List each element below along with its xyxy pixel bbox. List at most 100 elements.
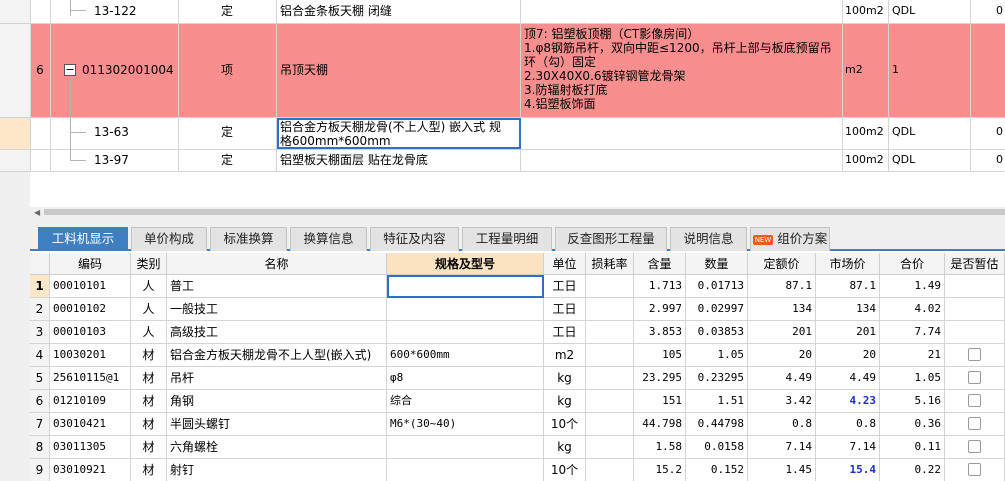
resource-spec[interactable] <box>387 298 544 321</box>
resource-loss-rate <box>586 321 634 344</box>
name-edit-field[interactable]: 铝合金方板天棚龙骨(不上人型) 嵌入式 规 格600mm*600mm <box>277 118 521 149</box>
resource-content[interactable]: 2.997 <box>634 298 686 321</box>
resource-quantity: 1.05 <box>686 344 748 367</box>
resource-category: 材 <box>131 344 167 367</box>
column-header-code[interactable]: 编码 <box>50 253 131 275</box>
resource-market-price[interactable]: 4.23 <box>816 390 880 413</box>
grid-empty-area <box>0 172 1005 207</box>
provisional-checkbox[interactable] <box>968 371 981 384</box>
column-header-unit[interactable]: 单位 <box>544 253 586 275</box>
scroll-left-icon[interactable]: ◀ <box>34 208 40 217</box>
table-row[interactable]: 9 03010921 材射钉 10个 15.2 0.152 1.45 15.4 0.22 <box>30 459 1005 481</box>
item-feature-text: 顶7: 铝塑板顶棚（CT影像房间） 1.φ8钢筋吊杆，双向中距≤1200，吊杆上… <box>524 27 832 111</box>
item-unit: 100m2 <box>845 153 884 166</box>
resource-content[interactable]: 1.58 <box>634 436 686 459</box>
resource-quantity: 0.02997 <box>686 298 748 321</box>
column-header-quota-price[interactable]: 定额价 <box>748 253 816 275</box>
resource-category: 材 <box>131 436 167 459</box>
tab-reverse-graphic-quantity[interactable]: 反查图形工程量 <box>555 227 667 251</box>
provisional-checkbox[interactable] <box>968 463 981 476</box>
table-row[interactable]: 8 03011305 材六角螺栓 kg 1.58 0.0158 7.14 7.14 0.11 <box>30 436 1005 459</box>
item-type: 定 <box>220 153 233 167</box>
resource-category: 人 <box>131 275 167 298</box>
item-extra: 0 <box>996 153 1003 166</box>
tab-standard-conversion[interactable]: 标准换算 <box>210 227 287 251</box>
resource-spec[interactable] <box>387 321 544 344</box>
resource-code: 03011305 <box>50 436 131 459</box>
resource-market-price[interactable]: 7.14 <box>816 436 880 459</box>
tab-description-info[interactable]: 说明信息 <box>670 227 747 251</box>
resource-market-price[interactable]: 201 <box>816 321 880 344</box>
resource-content[interactable]: 44.798 <box>634 413 686 436</box>
resource-content[interactable]: 105 <box>634 344 686 367</box>
item-code: 13-122 <box>94 4 137 18</box>
resource-total: 4.02 <box>880 298 945 321</box>
resource-spec[interactable] <box>387 459 544 481</box>
resource-loss-rate <box>586 275 634 298</box>
resource-spec[interactable]: M6*(30~40) <box>387 413 544 436</box>
resource-market-price[interactable]: 20 <box>816 344 880 367</box>
resource-market-price[interactable]: 134 <box>816 298 880 321</box>
resource-content[interactable]: 23.295 <box>634 367 686 390</box>
column-header-quantity[interactable]: 数量 <box>686 253 748 275</box>
item-type: 项 <box>220 63 233 77</box>
row-number: 8 <box>30 436 50 459</box>
column-header-content[interactable]: 含量 <box>634 253 686 275</box>
item-extra: 0 <box>996 4 1003 17</box>
resource-spec[interactable]: 综合 <box>387 390 544 413</box>
tab-unit-price-composition[interactable]: 单价构成 <box>131 227 207 251</box>
column-header-name[interactable]: 名称 <box>167 253 387 275</box>
resource-category: 材 <box>131 413 167 436</box>
resource-content[interactable]: 3.853 <box>634 321 686 344</box>
collapse-toggle-icon[interactable]: − <box>64 64 76 76</box>
resource-content[interactable]: 1.713 <box>634 275 686 298</box>
provisional-checkbox-cell <box>945 459 1005 481</box>
resource-category: 人 <box>131 298 167 321</box>
tab-labor-material-machine[interactable]: 工料机显示 <box>38 227 128 251</box>
column-header-spec[interactable]: 规格及型号 <box>387 253 544 275</box>
resource-market-price[interactable]: 15.4 <box>816 459 880 481</box>
horizontal-scrollbar[interactable]: ◀ <box>30 207 1005 217</box>
table-row[interactable]: 6 01210109 材角钢 综合 kg 151 1.51 3.42 4.23 5.16 <box>30 390 1005 413</box>
table-row[interactable]: 4 10030201 材铝合金方板天棚龙骨不上人型(嵌入式) 600*600mm m2 1… <box>30 344 1005 367</box>
tab-quantity-details[interactable]: 工程量明细 <box>462 227 552 251</box>
resource-spec[interactable] <box>387 436 544 459</box>
scrollbar-thumb[interactable] <box>44 209 1005 215</box>
table-row[interactable]: 5 25610115@1 材吊杆 φ8 kg 23.295 0.23295 4.49 4.49 1… <box>30 367 1005 390</box>
provisional-checkbox[interactable] <box>968 417 981 430</box>
table-row[interactable]: 1 00010101 人普工 工日 1.713 0.01713 87.1 87.1 1.49 <box>30 275 1005 298</box>
resource-name: 一般技工 <box>167 298 387 321</box>
provisional-checkbox-cell <box>945 298 1005 321</box>
resource-unit: 10个 <box>544 459 586 481</box>
column-header-loss-rate[interactable]: 损耗率 <box>586 253 634 275</box>
spec-edit-field[interactable] <box>387 275 544 298</box>
provisional-checkbox[interactable] <box>968 440 981 453</box>
provisional-checkbox[interactable] <box>968 348 981 361</box>
column-header-total[interactable]: 合价 <box>880 253 945 275</box>
resource-spec[interactable]: 600*600mm <box>387 344 544 367</box>
column-header-market-price[interactable]: 市场价 <box>816 253 880 275</box>
resource-loss-rate <box>586 367 634 390</box>
resource-market-price[interactable]: 0.8 <box>816 413 880 436</box>
item-name: 吊顶天棚 <box>280 63 329 77</box>
column-header-provisional[interactable]: 是否暂估 <box>945 253 1005 275</box>
resource-loss-rate <box>586 298 634 321</box>
table-row[interactable]: 3 00010103 人高级技工 工日 3.853 0.03853 201 201 7.74 <box>30 321 1005 344</box>
resource-market-price[interactable]: 4.49 <box>816 367 880 390</box>
resource-name: 高级技工 <box>167 321 387 344</box>
resource-unit: kg <box>544 390 586 413</box>
tab-conversion-info[interactable]: 换算信息 <box>290 227 367 251</box>
resource-content[interactable]: 15.2 <box>634 459 686 481</box>
table-row[interactable]: 7 03010421 材半圆头螺钉 M6*(30~40) 10个 44.798 0.4479… <box>30 413 1005 436</box>
column-header-category[interactable]: 类别 <box>131 253 167 275</box>
provisional-checkbox-cell <box>945 344 1005 367</box>
resource-content[interactable]: 151 <box>634 390 686 413</box>
tab-pricing-scheme[interactable]: NEW 组价方案 <box>750 227 830 251</box>
table-row[interactable]: 2 00010102 人一般技工 工日 2.997 0.02997 134 134 4.02 <box>30 298 1005 321</box>
resource-market-price[interactable]: 87.1 <box>816 275 880 298</box>
resource-loss-rate <box>586 413 634 436</box>
tab-features-content[interactable]: 特征及内容 <box>370 227 459 251</box>
provisional-checkbox-cell <box>945 367 1005 390</box>
resource-spec[interactable]: φ8 <box>387 367 544 390</box>
provisional-checkbox[interactable] <box>968 394 981 407</box>
